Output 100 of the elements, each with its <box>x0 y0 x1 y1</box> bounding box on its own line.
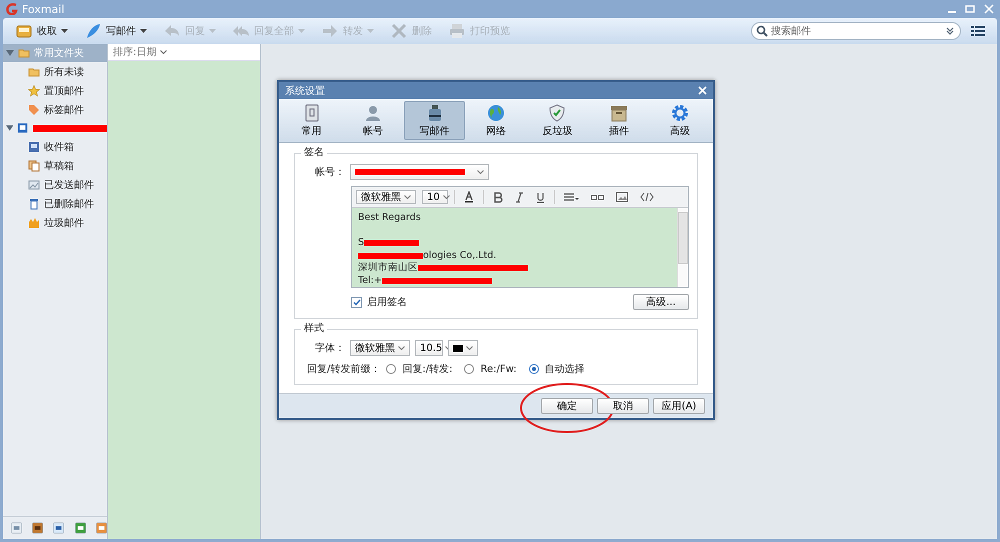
printer-icon <box>448 22 466 40</box>
folder-item[interactable]: 草稿箱 <box>3 156 107 175</box>
bold-icon <box>493 192 503 202</box>
folder-icon <box>28 66 40 78</box>
settings-tab[interactable]: 写邮件 <box>404 101 466 140</box>
field-label: 帐号： <box>314 166 345 179</box>
chevron-down-icon <box>160 50 168 54</box>
link-icon <box>591 192 604 202</box>
maximize-icon <box>965 4 975 14</box>
folder-item[interactable]: 收件箱 <box>3 137 107 156</box>
advanced-button[interactable]: 高级... <box>633 294 689 310</box>
dialog-button[interactable]: 确定 <box>541 398 593 414</box>
settings-tab[interactable]: 常用 <box>281 101 342 140</box>
chevron-down-icon <box>477 170 484 174</box>
person-icon <box>364 104 382 122</box>
caret-icon <box>298 28 305 34</box>
group-title: 样式 <box>301 323 327 335</box>
note-icon <box>74 522 86 534</box>
settings-tab[interactable]: 网络 <box>465 101 527 140</box>
folder-item[interactable]: 所有未读 <box>3 62 107 81</box>
rss-icon <box>96 522 108 534</box>
enable-signature-checkbox[interactable]: 启用签名 <box>351 295 407 309</box>
chevron-down-icon <box>466 346 473 350</box>
menu-icon <box>971 25 985 37</box>
sent-icon <box>28 178 40 190</box>
expand-triangle-icon <box>6 124 14 132</box>
size-dropdown[interactable]: 10 <box>422 190 448 204</box>
signature-text: Best Regards <box>358 212 421 224</box>
folder-item[interactable]: 置顶邮件 <box>3 81 107 100</box>
caret-icon <box>209 28 216 34</box>
align-icon <box>564 192 579 202</box>
folder-icon <box>18 47 30 59</box>
prefix-radio[interactable]: 自动选择 <box>528 362 585 376</box>
feather-pen-icon <box>84 22 102 40</box>
prefix-radio[interactable]: 回复:/转发: <box>386 362 452 376</box>
window-title: Foxmail <box>22 2 64 16</box>
field-label: 字体： <box>314 342 345 355</box>
color-dropdown[interactable] <box>448 340 478 356</box>
dialog-title: 系统设置 <box>285 84 325 98</box>
code-icon <box>640 192 654 202</box>
scrollbar[interactable] <box>677 208 688 287</box>
calendar-icon <box>53 522 65 534</box>
settings-tab[interactable]: 帐号 <box>342 101 404 140</box>
checkbox[interactable] <box>351 296 362 308</box>
caret-icon <box>140 28 147 34</box>
folder-item[interactable]: 已发送邮件 <box>3 175 107 194</box>
font-dropdown[interactable]: 微软雅黑 <box>350 340 410 356</box>
account-dropdown[interactable] <box>350 164 489 180</box>
signature-text: ologies Co,.Ltd. <box>423 250 496 262</box>
chevron-down-icon <box>398 346 405 350</box>
drafts-icon <box>28 160 40 172</box>
radio-button[interactable] <box>386 364 396 374</box>
dialog-button[interactable]: 取消 <box>597 398 649 414</box>
tag-icon <box>28 104 40 116</box>
contact-icon <box>32 522 44 534</box>
signature-text: 深圳市南山区 <box>358 262 418 274</box>
settings-tab[interactable]: 高级 <box>650 101 711 140</box>
close-icon <box>984 4 994 14</box>
double-chevron-icon <box>946 27 954 35</box>
signature-text: Tel:+ <box>358 274 382 287</box>
forward-arrow-icon <box>321 22 339 40</box>
chevron-down-icon <box>404 194 411 200</box>
minimize-icon <box>948 11 956 13</box>
chevron-down-icon <box>442 194 450 200</box>
dialog-button[interactable]: 应用(A) <box>653 398 705 414</box>
expand-triangle-icon <box>6 49 14 57</box>
italic-icon <box>515 192 524 202</box>
font-dropdown[interactable]: 微软雅黑 <box>356 190 416 204</box>
prefix-radio[interactable]: Re:/Fw: <box>464 364 517 374</box>
search-field[interactable]: 搜索邮件 <box>751 22 961 40</box>
mailbox-icon <box>17 122 29 134</box>
close-icon <box>698 86 707 95</box>
gear-icon <box>671 104 690 122</box>
mail-icon <box>11 522 22 534</box>
shield-icon <box>548 104 566 122</box>
toolbar-button[interactable]: 收取 <box>9 20 74 42</box>
folder-item[interactable]: 垃圾邮件 <box>3 213 107 232</box>
search-icon <box>756 25 768 37</box>
group-title: 签名 <box>301 147 327 159</box>
star-icon <box>28 84 40 96</box>
radio-button[interactable] <box>528 364 539 374</box>
folder-item[interactable]: 标签邮件 <box>3 100 107 119</box>
checkmark-icon <box>352 298 360 306</box>
settings-tab[interactable]: 反垃圾 <box>526 101 588 140</box>
folder-group-label: 常用文件夹 <box>34 46 84 60</box>
image-icon <box>616 192 628 202</box>
globe-icon <box>486 104 505 122</box>
scroll-thumb[interactable] <box>678 212 688 264</box>
phone-icon <box>302 104 321 122</box>
inbox-icon <box>28 140 40 152</box>
folder-item[interactable]: 已删除邮件 <box>3 194 107 213</box>
junk-icon <box>28 216 40 228</box>
settings-tab[interactable]: 插件 <box>588 101 650 140</box>
radio-button[interactable] <box>464 364 474 374</box>
caret-icon <box>61 28 68 34</box>
field-label: 回复/转发前缀： <box>307 363 380 376</box>
toolbar-button[interactable]: 写邮件 <box>78 20 153 42</box>
caret-icon <box>367 28 374 34</box>
trash-can-icon <box>28 198 40 210</box>
delete-x-icon <box>390 22 408 40</box>
